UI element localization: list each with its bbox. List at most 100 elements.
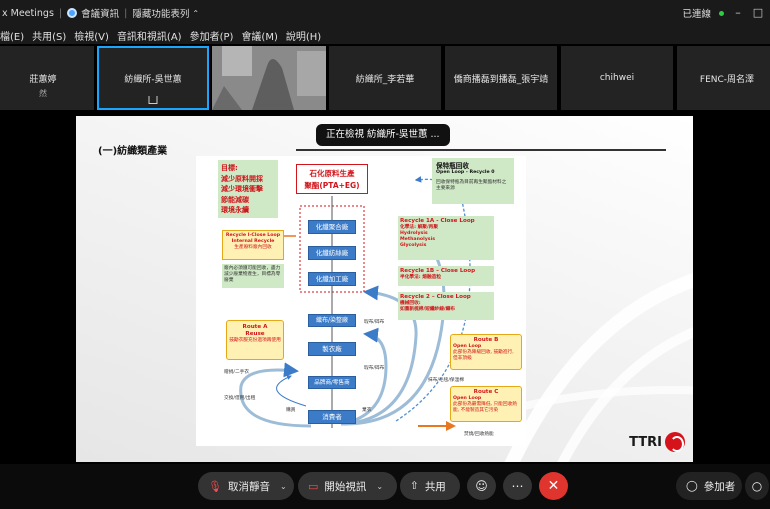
route-a-box: Route A Reuse 鼓勵衣服充份過項再使用 (226, 320, 284, 360)
hide-menu-toggle[interactable]: 隱藏功能表列 (132, 6, 189, 20)
goals-line: 減少環境衝擊 (221, 185, 263, 193)
participant-strip: 莊蕙婷 然 紡織所-吳世蕙 紡織所_李若華 僑商播磊到播磊_張宇靖 chihwe… (0, 44, 770, 114)
chain-step: 化纖加工廠 (308, 272, 356, 286)
title-rule (296, 149, 666, 151)
goals-line: 環境永續 (221, 206, 249, 214)
chain-step: 製衣廠 (308, 342, 356, 356)
recycle-1b-title: Recycle 1B – Close Loop (400, 268, 476, 274)
chat-button[interactable]: ○ (745, 472, 769, 500)
meeting-info-button[interactable]: 會議資訊 (81, 6, 119, 20)
route-b-title: Route B (473, 337, 499, 343)
connection-status: 已連線 (682, 9, 711, 20)
chain-step: 化纖紡絲廠 (308, 246, 356, 260)
label-damaged: 瑕布/碎布 (364, 320, 385, 325)
participants-label: 參加者 (703, 480, 736, 493)
recycle-i-box: Recycle I-Close Loop Internal Recycle 生產… (222, 230, 284, 260)
share-button[interactable]: ⇧ 共用 (400, 472, 460, 500)
route-c-box: Route C Open Loop 此部份為最需降低, 只能回收熱能, 不能製造… (450, 386, 522, 422)
participant-tile[interactable]: 僑商播磊到播磊_張宇靖 (445, 46, 557, 110)
menu-participants[interactable]: 參加者(P) (190, 28, 234, 43)
route-a-title: Route A (242, 324, 268, 330)
label-rags: 抹布/毛毯/保溫棉 (428, 378, 464, 383)
chevron-down-icon[interactable]: ⌄ (280, 482, 287, 491)
participant-tile[interactable]: chihwei (561, 46, 673, 110)
participant-name: 紡織所-吳世蕙 (124, 74, 182, 85)
chat-icon: ○ (751, 479, 763, 493)
person-icon: ◯ (686, 480, 698, 492)
recycle-2-title: Recycle 2 – Close Loop (400, 294, 471, 300)
goals-box: 目標: 減少原料開採 減少環境衝擊 節能減碳 環境永續 (218, 160, 278, 218)
maximize-icon[interactable]: □ (752, 7, 764, 19)
reactions-button[interactable]: ☺ (467, 472, 496, 500)
shared-content-area: (一)紡織類產業 目標: 減少原料開採 減少環境衝擊 節能減碳 環境永續 石化原… (0, 114, 770, 464)
start-video-label: 開始視訊 (324, 480, 367, 493)
menu-help[interactable]: 說明(H) (286, 28, 321, 43)
chain-step: 品牌商/零售商 (308, 376, 356, 389)
video-off-icon: ▭ (308, 479, 319, 493)
menu-bar: 檔(E) 共用(S) 檢視(V) 音訊和視訊(A) 參加者(P) 會議(M) 說… (0, 26, 770, 44)
label-exchange: 交換/借用/出租 (224, 396, 256, 401)
chain-step: 消費者 (308, 410, 356, 424)
divider: | (124, 7, 128, 19)
route-c-title: Route C (473, 389, 499, 395)
sharing-icon (148, 96, 158, 104)
share-icon: ⇧ (410, 480, 419, 492)
app-name: x Meetings (2, 7, 54, 19)
ttri-wordmark: TTRI (629, 434, 662, 450)
connection-dot-icon (719, 10, 724, 16)
goals-line: 減少原料開採 (221, 174, 263, 183)
unmute-button[interactable]: 🎙 取消靜音 ⌄ (198, 472, 294, 500)
participant-tile-active-speaker[interactable]: 紡織所-吳世蕙 (97, 46, 209, 110)
recycle-1a-line: Glycolysis (400, 243, 427, 248)
label-secondhand: 贈捐/二手衣 (224, 370, 250, 375)
bottle-recycle-box: 保特瓶回收 Open Loop - Recycle 0 回收保特瓶為目前再生聚酯… (432, 158, 514, 204)
participant-tile[interactable]: 紡織所_李若華 (329, 46, 441, 110)
chevron-up-icon[interactable]: ⌃ (192, 9, 199, 18)
participant-tile[interactable]: FENC-周名澤 (677, 46, 770, 110)
route-a-subtitle: Reuse (245, 331, 265, 337)
label-buy: 購買 (286, 408, 296, 413)
label-discard: 棄衣 (362, 408, 372, 413)
participant-name: 紡織所_李若華 (355, 74, 415, 85)
bottle-recycle-subtitle: Open Loop - Recycle 0 (436, 170, 495, 175)
participant-name: chihwei (599, 73, 635, 83)
minimize-icon[interactable]: – (732, 7, 744, 19)
internal-note: 廠內必須遵可能回收，盡力減少廢棄物產生，目標為零廢棄 (222, 264, 284, 288)
participant-video-tile[interactable] (212, 46, 326, 110)
menu-view[interactable]: 檢視(V) (74, 28, 109, 43)
participant-name: 莊蕙婷 (29, 74, 57, 85)
menu-meeting[interactable]: 會議(M) (241, 28, 277, 43)
recycle-2-box: Recycle 2 – Close Loop 機械回收: 如重新梳棉/短纖紗線/… (398, 292, 494, 320)
smiley-icon: ☺ (475, 479, 488, 493)
participant-subtitle: 然 (39, 89, 47, 98)
chevron-down-icon[interactable]: ⌄ (376, 482, 383, 491)
menu-file[interactable]: 檔(E) (0, 28, 24, 43)
raw-material-box: 石化原料生產 聚酯(PTA+EG) (296, 164, 368, 194)
recycle-1b-line: 半化學法: 熔融造粒 (400, 275, 442, 280)
participant-tile[interactable]: 莊蕙婷 然 (0, 46, 94, 110)
label-incinerate: 焚燒/回收熱能 (464, 432, 494, 437)
menu-share[interactable]: 共用(S) (32, 28, 66, 43)
participant-name: FENC-周名澤 (699, 74, 755, 85)
bottle-recycle-desc: 回收保特瓶為目前再生聚酯材料之主要來源 (436, 180, 507, 191)
slide-title: (一)紡織類產業 (98, 146, 168, 157)
divider: | (58, 7, 63, 19)
meeting-info-icon[interactable] (67, 8, 78, 18)
more-icon: ⋯ (511, 479, 524, 493)
route-c-desc: 此部份為最需降低, 只能回收熱能, 不能製造其它污染 (453, 402, 517, 413)
participant-name: 僑商播磊到播磊_張宇靖 (453, 74, 549, 85)
goals-line: 節能減碳 (221, 195, 249, 204)
goals-line: 目標: (221, 164, 238, 172)
start-video-button[interactable]: ▭ 開始視訊 ⌄ (298, 472, 397, 500)
ttri-logo: TTRI (629, 432, 685, 452)
share-label: 共用 (424, 480, 446, 493)
route-b-desc: 此部份為降級回收, 鼓勵進行, 但非頂級 (453, 350, 514, 361)
participants-button[interactable]: ◯ 參加者 (676, 472, 742, 500)
viewing-banner[interactable]: 正在檢視 紡織所-吳世蕙 ... (316, 124, 450, 146)
chain-step: 織布/染整廠 (308, 314, 356, 327)
meeting-controls: 🎙 取消靜音 ⌄ ▭ 開始視訊 ⌄ ⇧ 共用 ☺ ⋯ ✕ ◯ 參加者 ○ (0, 464, 770, 509)
close-icon: ✕ (547, 478, 560, 494)
more-options-button[interactable]: ⋯ (503, 472, 532, 500)
menu-audio-video[interactable]: 音訊和視訊(A) (117, 28, 182, 43)
end-meeting-button[interactable]: ✕ (539, 472, 568, 500)
